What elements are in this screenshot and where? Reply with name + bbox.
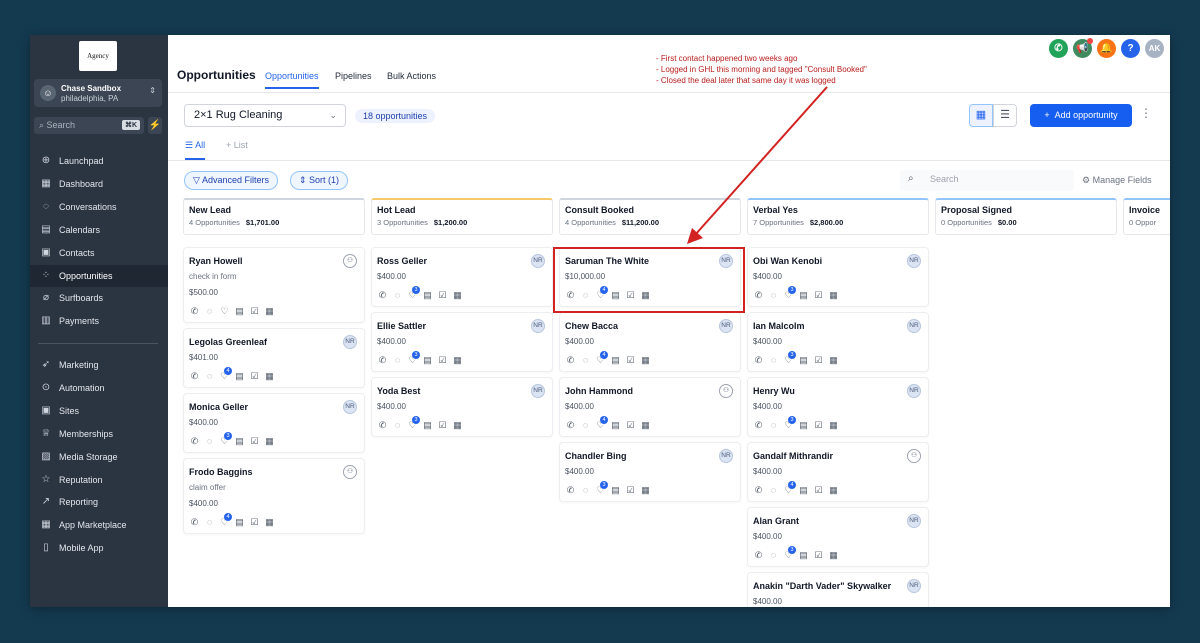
app-window: Agency ☺ Chase Sandbox philadelphia, PA … (30, 35, 1170, 607)
annotation-arrow (687, 86, 828, 244)
